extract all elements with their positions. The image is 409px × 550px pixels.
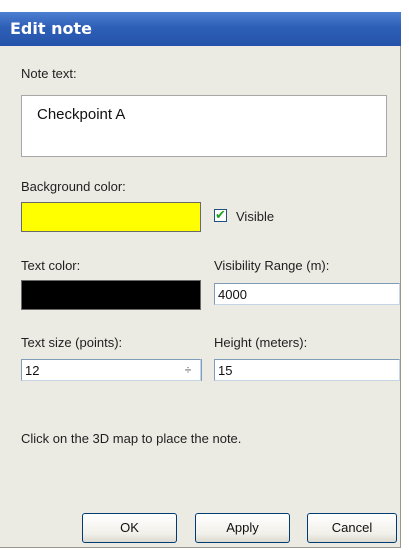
- visible-checkbox[interactable]: ✔: [214, 207, 227, 222]
- text-size-input[interactable]: 12: [21, 359, 201, 381]
- note-text-label: Note text:: [21, 66, 77, 81]
- visibility-range-input[interactable]: 4000: [214, 283, 400, 305]
- spinner-updown-icon[interactable]: ÷: [179, 362, 197, 378]
- note-text-input[interactable]: Checkpoint A: [21, 95, 387, 157]
- ok-button[interactable]: OK: [82, 513, 177, 543]
- visible-label: Visible: [236, 209, 275, 224]
- height-input[interactable]: 15: [214, 359, 400, 381]
- dialog-title: Edit note: [10, 19, 92, 38]
- placement-hint: Click on the 3D map to place the note.: [21, 431, 242, 446]
- background-color-swatch[interactable]: [21, 202, 201, 232]
- visibility-range-label: Visibility Range (m):: [214, 258, 330, 273]
- background-color-label: Background color:: [21, 179, 126, 194]
- text-color-swatch[interactable]: [21, 280, 201, 310]
- cancel-button[interactable]: Cancel: [307, 513, 397, 543]
- text-color-label: Text color:: [21, 258, 81, 273]
- height-label: Height (meters):: [214, 335, 308, 350]
- edit-note-dialog: Edit note Note text: Checkpoint A Backgr…: [0, 0, 401, 548]
- top-strip: [0, 0, 401, 12]
- text-size-label: Text size (points):: [21, 335, 123, 350]
- apply-button[interactable]: Apply: [195, 513, 290, 543]
- checkmark-icon: ✔: [215, 207, 226, 222]
- title-bar[interactable]: Edit note: [0, 12, 401, 46]
- spinner-divider: [201, 359, 202, 381]
